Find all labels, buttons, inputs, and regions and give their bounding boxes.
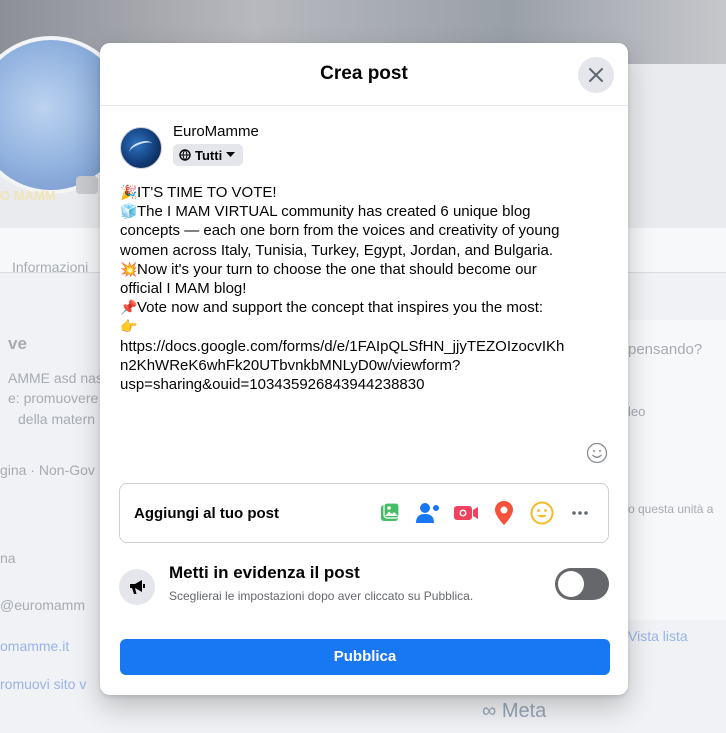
intro-heading: ve [8,334,27,353]
profile-picture-text: O MAMM [0,188,56,203]
post-line-text: Now it's your turn to choose the one tha… [137,260,537,278]
page-category: gina · Non-Gov [0,462,95,478]
post-link-line: n2KhWReK6whFk20UTbvnkbMNLyD0w/viewform? [120,356,616,375]
dialog-header: Crea post [100,43,628,106]
post-line-text: women across Italy, Tunisia, Turkey, Egy… [120,241,553,259]
post-line: concepts — each one born from the voices… [120,221,616,240]
megaphone-icon [130,580,145,594]
post-line-text: official I MAM blog! [120,280,247,298]
intro-line-1: AMME asd nas [8,370,103,386]
feeling-activity-button[interactable] [528,499,556,527]
info-item: na [0,550,16,566]
party-popper-icon: 🎉 [120,184,138,200]
check-in-button[interactable] [490,499,518,527]
page-hint: o questa unità a [628,502,714,516]
page-category-prefix: gina [0,462,27,478]
tag-people-button[interactable] [414,499,442,527]
close-button[interactable] [578,57,614,93]
post-line-text: Vote now and support the concept that in… [137,299,544,317]
create-post-dialog: Crea post EuroMamme Tutti 🎉IT'S TIME TO … [100,43,628,695]
intro-line-3: della matern [18,411,96,427]
meta-logo: ∞ Meta [482,700,547,722]
post-line: 💥Now it's your turn to choose the one th… [120,260,616,279]
tag-people-icon [416,503,439,523]
tab-informazioni: Informazioni [12,259,89,275]
camera-icon [76,176,98,194]
audience-label: Tutti [195,147,223,163]
page-category-suffix: · Non-Gov [30,462,95,478]
boost-title: Metti in evidenza il post [169,563,360,582]
page-email: @euromamm [0,597,86,613]
live-video-button[interactable] [452,499,480,527]
pointing-right-icon: 👉 [120,318,138,335]
composer-card-background [626,320,726,620]
toggle-knob [558,571,584,597]
post-text-area[interactable]: 🎉IT'S TIME TO VOTE! 🧊The I MAM VIRTUAL c… [120,183,616,394]
intro-line-2: e: promuovere [8,390,99,406]
check-in-icon [495,501,513,525]
smiley-icon [586,442,608,464]
boost-toggle[interactable] [555,568,609,600]
post-line: women across Italy, Tunisia, Turkey, Egy… [120,241,616,260]
more-icon [572,511,588,515]
post-line-text: concepts — each one born from the voices… [120,222,560,240]
close-icon [589,68,603,82]
collision-icon: 💥 [120,260,138,277]
audience-selector[interactable]: Tutti [173,144,244,166]
post-line-text: https://docs.google.com/forms/d/e/1FAIpQ… [120,337,565,355]
post-link-line: https://docs.google.com/forms/d/e/1FAIpQ… [120,337,616,356]
promote-website-link: romuovi sito v [0,676,87,692]
globe-icon [179,149,191,161]
author-avatar [120,127,162,169]
post-line-text: n2KhWReK6whFk20UTbvnkbMNLyD0w/viewform? [120,356,461,374]
dialog-title: Crea post [320,63,408,84]
pushpin-icon: 📌 [120,299,138,316]
boost-subtitle: Sceglierai le impostazioni dopo aver cli… [169,589,474,603]
post-line: 🧊The I MAM VIRTUAL community has created… [120,202,616,221]
emoji-picker-button[interactable] [586,442,608,464]
post-link-line: usp=sharing&ouid=103435926843944238830 [120,375,616,394]
post-line: 🎉IT'S TIME TO VOTE! [120,183,616,202]
author-name: EuroMamme [173,123,259,140]
feeling-icon [530,501,554,525]
add-to-post-box: Aggiungi al tuo post [119,483,609,543]
boost-icon-wrapper [119,569,155,605]
live-video-icon [454,506,478,520]
video-label: leo [628,404,646,419]
add-to-post-icons [376,499,594,527]
page-website-link: omamme.it [0,638,70,654]
photo-video-button[interactable] [376,499,404,527]
boost-post-section: Metti in evidenza il post Sceglierai le … [119,563,609,611]
publish-button[interactable]: Pubblica [120,639,610,675]
post-line-text: usp=sharing&ouid=103435926843944238830 [120,376,425,394]
composer-placeholder: pensando? [628,341,703,358]
post-line: 👉 [120,317,616,336]
post-line: official I MAM blog! [120,279,616,298]
list-view-tab: Vista lista [628,628,688,644]
post-line-text: IT'S TIME TO VOTE! [137,184,277,201]
add-to-post-label: Aggiungi al tuo post [134,505,279,522]
chevron-down-icon [226,152,236,157]
photo-video-icon [381,502,400,521]
more-options-button[interactable] [566,499,594,527]
cube-icon: 🧊 [120,203,138,220]
post-line-text: The I MAM VIRTUAL community has created … [137,203,531,221]
post-line: 📌Vote now and support the concept that i… [120,298,616,317]
